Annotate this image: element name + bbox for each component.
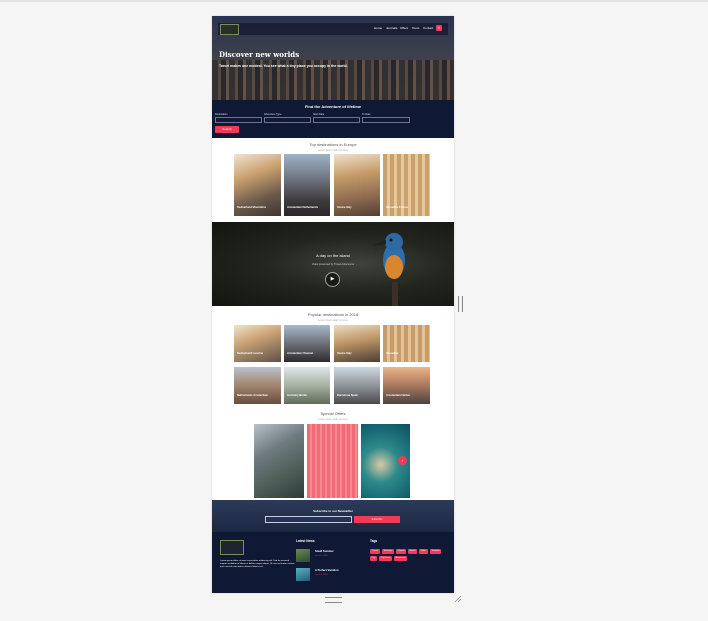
subscribe-button[interactable]: Subscribe <box>354 516 400 523</box>
offers-section-subtitle: Lorem ipsum dolor sit amet <box>317 418 349 421</box>
search-button[interactable]: Search <box>215 126 239 133</box>
news-thumbnail[interactable] <box>296 549 310 562</box>
card-caption: Switzerland Lucerne <box>237 351 264 355</box>
destination-card[interactable]: Amsterdam Netherlands <box>284 154 330 216</box>
popular-section-subtitle: Lorem ipsum dolor sit amet <box>317 319 349 322</box>
start-date-label: Start Date <box>313 113 325 116</box>
destination-card[interactable]: Switzerland Mountains <box>234 154 281 216</box>
card-caption: Amsterdam Harbor <box>386 393 411 397</box>
newsletter-title: Subscribe to our Newsletter <box>313 509 353 513</box>
nav-item-tours[interactable]: Tours <box>412 26 419 30</box>
adventure-type-label: Adventure Type <box>264 113 282 116</box>
next-arrow-icon[interactable]: › <box>398 456 407 465</box>
offer-card[interactable] <box>307 424 358 498</box>
newsletter-section: Subscribe to our Newsletter Subscribe <box>212 500 454 532</box>
video-title: A day on the island <box>316 253 350 258</box>
newsletter-email-input[interactable] <box>265 516 352 523</box>
tag[interactable]: Travel <box>370 549 380 554</box>
nav-item-offers[interactable]: Offers <box>400 26 408 30</box>
card-caption: Germany Berlin <box>287 393 308 397</box>
tag[interactable]: City <box>370 556 377 561</box>
tag[interactable]: Vacation <box>430 549 441 554</box>
popular-card[interactable]: Netherlands Amsterdam <box>234 367 281 404</box>
destination-input[interactable] <box>215 117 262 123</box>
vertical-resize-handle[interactable] <box>325 597 342 603</box>
card-caption: Venice Italy <box>337 205 352 209</box>
card-caption: Amsterdam Channel <box>287 351 314 355</box>
footer-logo[interactable] <box>220 540 244 555</box>
tags-heading: Tags <box>370 539 378 543</box>
news-title[interactable]: Small Summer <box>315 550 334 553</box>
video-section[interactable]: A day on the island Video presented by T… <box>212 222 454 306</box>
tag[interactable]: Beach <box>408 549 417 554</box>
popular-card[interactable]: Amsterdam Channel <box>284 325 330 362</box>
popular-section-title: Popular destinations in 2018 <box>307 312 359 317</box>
hero-subtitle: Travel makes one modest. You see what a … <box>219 64 348 68</box>
site-logo[interactable] <box>220 24 239 35</box>
search-form: Find the Adventure of lifetime Destinati… <box>212 100 454 138</box>
destination-card[interactable]: Versailles France <box>383 154 430 216</box>
popular-card[interactable]: Amsterdam Harbor <box>383 367 430 404</box>
to-date-input[interactable] <box>362 117 410 123</box>
popular-card[interactable]: Germany Berlin <box>284 367 330 404</box>
search-icon[interactable]: ⌕ <box>436 25 442 31</box>
offer-card[interactable]: › <box>361 424 410 498</box>
nav-item-contact[interactable]: Contact <box>423 26 433 30</box>
europe-section-title: Top destinations in Europe <box>309 142 357 147</box>
europe-section-subtitle: Lorem ipsum dolor sit amet <box>317 149 349 152</box>
tag[interactable]: Islands <box>396 549 406 554</box>
start-date-input[interactable] <box>313 117 360 123</box>
footer: Lorem ipsum dolor sit amet consectetur a… <box>212 532 454 593</box>
card-caption: Versailles <box>386 351 399 355</box>
popular-card[interactable]: Barcelona Spain <box>334 367 380 404</box>
nav-item-journals[interactable]: Journals <box>386 26 397 30</box>
card-caption: Amsterdam Netherlands <box>287 205 319 209</box>
offers-section-title: Special Offers <box>320 411 346 416</box>
news-date: Jan 18, 2018 <box>315 555 328 557</box>
adventure-type-select[interactable] <box>264 117 311 123</box>
tag[interactable]: Journeys <box>382 549 394 554</box>
play-icon[interactable]: ▶ <box>325 272 340 287</box>
hero-section: Home Journals Offers Tours Contact ⌕ Dis… <box>212 16 454 100</box>
footer-about-text: Lorem ipsum dolor sit amet consectetur a… <box>220 560 295 569</box>
search-title: Find the Adventure of lifetime <box>304 104 362 109</box>
destination-label: Destination <box>215 113 228 116</box>
news-date: Jan 14, 2018 <box>315 574 328 576</box>
offer-card[interactable] <box>254 424 304 498</box>
to-date-label: To Date <box>362 113 371 116</box>
tag[interactable]: City Tours <box>379 556 392 561</box>
card-caption: Versailles France <box>386 205 408 209</box>
resize-corner-icon[interactable] <box>454 595 462 603</box>
card-caption: Netherlands Amsterdam <box>237 393 268 397</box>
card-caption: Barcelona Spain <box>337 393 359 397</box>
hero-title: Discover new worlds <box>219 50 300 59</box>
tag[interactable]: Offers <box>419 549 428 554</box>
card-caption: Switzerland Mountains <box>237 205 267 209</box>
popular-card[interactable]: Switzerland Lucerne <box>234 325 281 362</box>
browser-top-edge <box>0 0 708 2</box>
destination-card[interactable]: Venice Italy <box>334 154 380 216</box>
horizontal-resize-handle[interactable] <box>458 296 463 312</box>
latest-news-heading: Latest News <box>296 539 315 543</box>
popular-card[interactable]: Versailles <box>383 325 430 362</box>
news-title[interactable]: A Perfect Vacation <box>315 569 339 572</box>
popular-card[interactable]: Venice Italy <box>334 325 380 362</box>
nav-item-home[interactable]: Home <box>374 26 382 30</box>
tag[interactable]: Adventure <box>394 556 407 561</box>
video-subtitle: Video presented by Travel Adventures <box>311 263 355 266</box>
news-thumbnail[interactable] <box>296 568 310 581</box>
card-caption: Venice Italy <box>337 351 352 355</box>
website-preview: Home Journals Offers Tours Contact ⌕ Dis… <box>212 16 454 593</box>
